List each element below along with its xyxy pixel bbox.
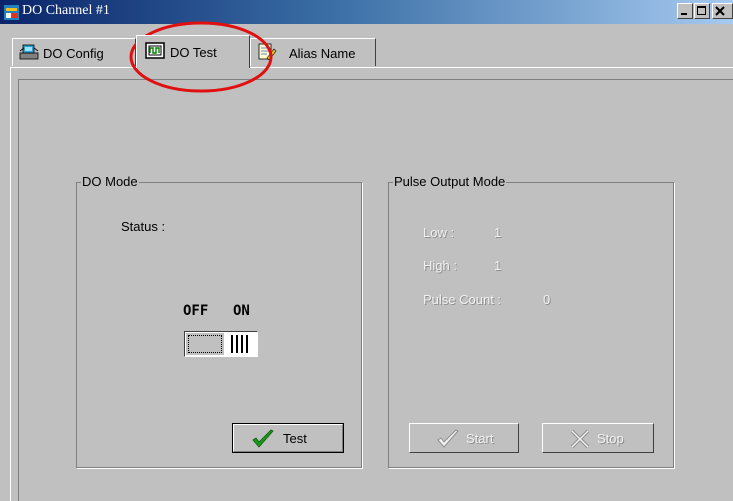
window-title: DO Channel #1 — [22, 3, 110, 18]
stop-button-label: Stop — [597, 431, 624, 446]
checkmark-icon — [437, 429, 459, 448]
close-button[interactable] — [712, 3, 733, 19]
network-computer-icon — [19, 44, 39, 60]
tab-do-test[interactable]: DO Test — [136, 35, 250, 68]
pulse-output-title: Pulse Output Mode — [393, 174, 507, 189]
switch-grip — [229, 335, 253, 353]
do-mode-title: DO Mode — [81, 174, 139, 189]
maximize-icon — [697, 6, 706, 15]
app-icon — [4, 5, 19, 20]
do-toggle-switch[interactable] — [184, 331, 258, 357]
test-button-label: Test — [283, 431, 307, 446]
start-button[interactable]: Start — [409, 423, 519, 453]
stop-button[interactable]: Stop — [542, 423, 654, 453]
minimize-button[interactable] — [677, 3, 693, 19]
notepad-pencil-icon — [258, 43, 277, 61]
tab-do-config[interactable]: DO Config — [12, 38, 136, 66]
cross-icon — [570, 429, 590, 449]
switch-knob[interactable] — [186, 333, 224, 355]
checkmark-icon — [252, 429, 274, 448]
minimize-icon — [681, 13, 687, 15]
close-icon — [715, 6, 725, 16]
test-button[interactable]: Test — [232, 423, 344, 453]
switch-off-label: OFF — [183, 303, 209, 319]
high-value: 1 — [494, 258, 502, 273]
chip-test-icon — [145, 42, 165, 59]
status-label: Status : — [121, 219, 166, 234]
tab-label: DO Config — [43, 46, 104, 61]
tab-label: Alias Name — [289, 46, 356, 61]
low-value: 1 — [494, 225, 502, 240]
switch-on-label: ON — [233, 303, 250, 319]
pulse-count-label: Pulse Count : — [423, 292, 502, 307]
start-button-label: Start — [466, 431, 494, 446]
maximize-button[interactable] — [694, 3, 710, 19]
pulse-count-value: 0 — [543, 292, 551, 307]
high-label: High : — [423, 258, 457, 273]
title-bar[interactable]: DO Channel #1 — [0, 0, 733, 24]
tab-alias-name[interactable]: Alias Name — [250, 38, 376, 66]
low-label: Low : — [423, 225, 455, 240]
tab-label: DO Test — [170, 45, 217, 60]
